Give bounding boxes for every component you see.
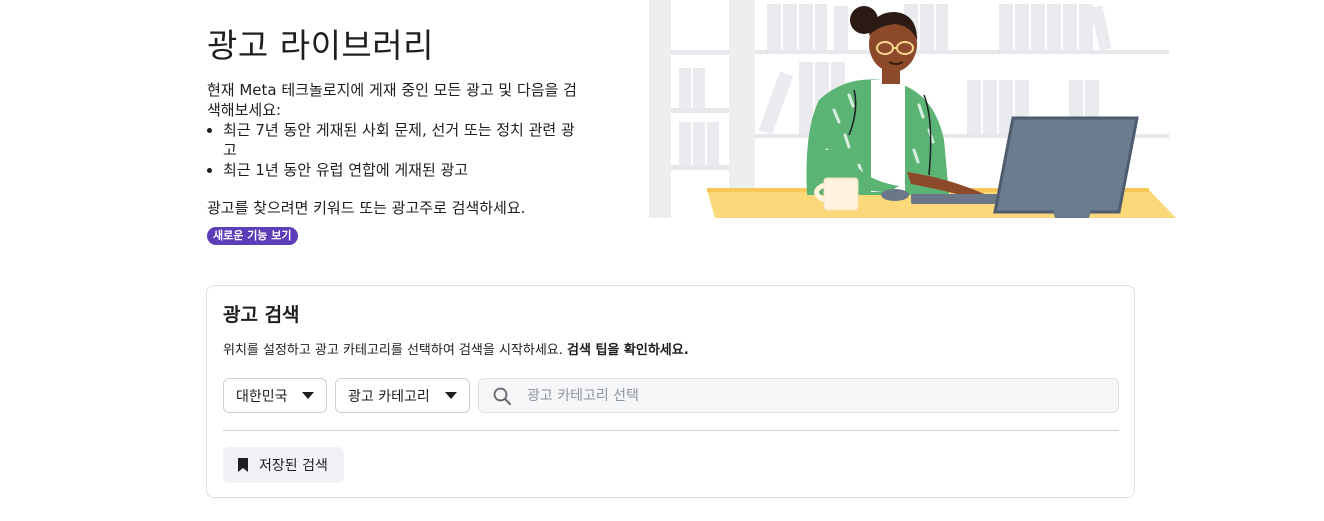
caret-down-icon [302,392,314,399]
hero-bullet-item: 최근 1년 동안 유럽 연합에 게재된 광고 [223,160,577,180]
search-icon [493,387,511,405]
caret-down-icon [445,392,457,399]
ad-category-dropdown-value: 광고 카테고리 [348,388,430,405]
saved-searches-button[interactable]: 저장된 검색 [223,447,344,483]
card-divider [223,430,1119,431]
search-box[interactable] [478,378,1119,413]
hero-illustration [649,0,1176,218]
ad-search-card: 광고 검색 위치를 설정하고 광고 카테고리를 선택하여 검색을 시작하세요. … [206,285,1135,498]
bookmark-icon [237,457,249,473]
hero-bullet-item: 최근 7년 동안 게재된 사회 문제, 선거 또는 정치 관련 광고 [223,120,577,160]
search-input[interactable] [525,386,1104,405]
hero-intro: 현재 Meta 테크놀로지에 게재 중인 모든 광고 및 다음을 검색해보세요: [207,81,577,119]
hero-hint: 광고를 찾으려면 키워드 또는 광고주로 검색하세요. [207,199,526,217]
search-card-subtitle: 위치를 설정하고 광고 카테고리를 선택하여 검색을 시작하세요. 검색 팁을 … [223,342,689,360]
hero-bullet-list: 최근 7년 동안 게재된 사회 문제, 선거 또는 정치 관련 광고 최근 1년… [207,120,577,180]
hero-section: 광고 라이브러리 현재 Meta 테크놀로지에 게재 중인 모든 광고 및 다음… [207,26,577,245]
search-card-subtitle-text: 위치를 설정하고 광고 카테고리를 선택하여 검색을 시작하세요. [223,343,563,358]
page-title: 광고 라이브러리 [207,26,435,65]
search-card-title: 광고 검색 [223,304,300,326]
saved-searches-label: 저장된 검색 [259,458,328,474]
country-dropdown[interactable]: 대한민국 [223,378,327,413]
new-features-badge[interactable]: 새로운 기능 보기 [207,227,298,245]
ad-category-dropdown[interactable]: 광고 카테고리 [335,378,470,413]
search-tips-link[interactable]: 검색 팁을 확인하세요. [567,343,689,358]
country-dropdown-value: 대한민국 [236,388,288,405]
